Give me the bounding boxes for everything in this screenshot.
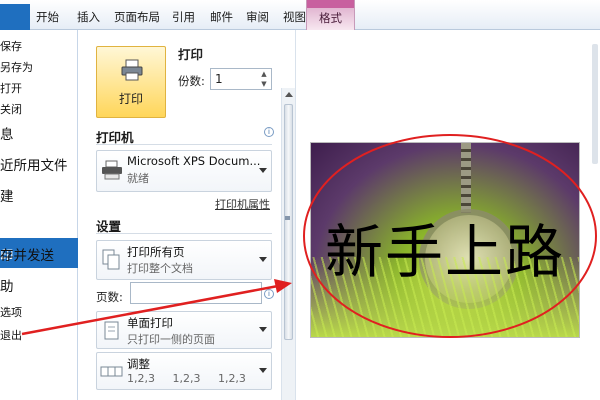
printer-status: 就绪 (127, 172, 149, 185)
info-icon[interactable]: i (264, 289, 274, 299)
tab-home[interactable]: 开始 (36, 6, 59, 28)
chevron-down-icon (259, 327, 267, 332)
nav-item-recent[interactable]: 近所用文件 (0, 154, 68, 174)
copies-label: 份数: (178, 74, 205, 88)
tab-mailings[interactable]: 邮件 (210, 6, 233, 28)
preview-scrollbar-thumb[interactable] (592, 44, 598, 164)
duplex-select[interactable]: 单面打印 只打印一侧的页面 (96, 311, 272, 349)
duplex-title: 单面打印 (127, 316, 173, 330)
backstage-nav: 保存 另存为 打开 关闭 息 近所用文件 建 印 存并发送 助 选项 退出 (0, 30, 78, 400)
tab-view[interactable]: 视图 (283, 6, 306, 28)
pages-label: 页数: (96, 290, 123, 304)
copies-down-icon[interactable]: ▼ (258, 80, 270, 89)
chevron-down-icon (259, 368, 267, 373)
printer-icon (121, 59, 143, 81)
collate-select[interactable]: 调整 1,2,3 1,2,3 1,2,3 (96, 352, 272, 390)
collate-subtitle: 1,2,3 1,2,3 1,2,3 (127, 372, 246, 385)
watch-chain (461, 143, 471, 213)
print-range-title: 打印所有页 (127, 245, 185, 259)
nav-item-info[interactable]: 息 (0, 123, 14, 143)
tab-file[interactable] (0, 4, 30, 30)
preview-scrollbar[interactable] (590, 44, 600, 174)
print-range-select[interactable]: 打印所有页 打印整个文档 (96, 240, 272, 280)
nav-item-save-as[interactable]: 另存为 (0, 59, 33, 75)
print-range-subtitle: 打印整个文档 (127, 262, 193, 275)
print-button-label: 打印 (118, 92, 143, 106)
panel-scrollbar[interactable] (281, 88, 295, 400)
tab-review[interactable]: 审阅 (246, 6, 269, 28)
info-icon[interactable]: i (264, 127, 274, 137)
tab-page-layout[interactable]: 页面布局 (114, 6, 160, 28)
nav-item-exit[interactable]: 退出 (0, 327, 22, 343)
scrollbar-grip-icon (285, 216, 290, 220)
print-button[interactable]: 打印 (96, 46, 166, 118)
pages-icon (102, 249, 120, 270)
nav-item-save-send[interactable]: 存并发送 (0, 244, 54, 264)
print-preview: 新手上路 (296, 30, 600, 400)
nav-item-open[interactable]: 打开 (0, 80, 22, 96)
nav-item-save[interactable]: 保存 (0, 38, 22, 54)
scrollbar-thumb[interactable] (284, 104, 293, 340)
nav-item-close[interactable]: 关闭 (0, 101, 22, 117)
image-title-text: 新手上路 (324, 218, 565, 286)
chevron-down-icon (259, 257, 267, 262)
preview-image: 新手上路 (310, 142, 580, 338)
printer-device-icon (102, 160, 122, 180)
ribbon-tab-bar: 开始 插入 页面布局 引用 邮件 审阅 视图 格式 (0, 0, 600, 30)
tab-format[interactable]: 格式 (306, 0, 355, 30)
tab-references[interactable]: 引用 (172, 6, 195, 28)
divider (96, 233, 272, 234)
duplex-subtitle: 只打印一侧的页面 (127, 333, 215, 346)
collate-title: 调整 (127, 357, 150, 371)
collate-icon (100, 366, 123, 377)
printer-properties-link[interactable]: 打印机属性 (215, 196, 270, 212)
tab-insert[interactable]: 插入 (77, 6, 100, 28)
contextual-tab-header (307, 0, 354, 8)
print-panel: 打印 打印 份数: 1 ▲ ▼ 打印机 i Microsoft XPS Docu… (78, 30, 296, 400)
print-heading: 打印 (178, 47, 204, 62)
nav-item-help[interactable]: 助 (0, 275, 14, 295)
printer-name: Microsoft XPS Docum... (127, 154, 261, 168)
chevron-down-icon (259, 168, 267, 173)
single-side-icon (104, 321, 119, 340)
tab-format-label: 格式 (319, 11, 342, 25)
copies-up-icon[interactable]: ▲ (258, 70, 270, 79)
nav-item-new[interactable]: 建 (0, 185, 14, 205)
printer-select[interactable]: Microsoft XPS Docum... 就绪 (96, 150, 272, 192)
divider (96, 144, 272, 145)
nav-item-options[interactable]: 选项 (0, 304, 22, 320)
pages-input[interactable] (130, 282, 262, 304)
scroll-up-icon[interactable] (285, 92, 293, 97)
